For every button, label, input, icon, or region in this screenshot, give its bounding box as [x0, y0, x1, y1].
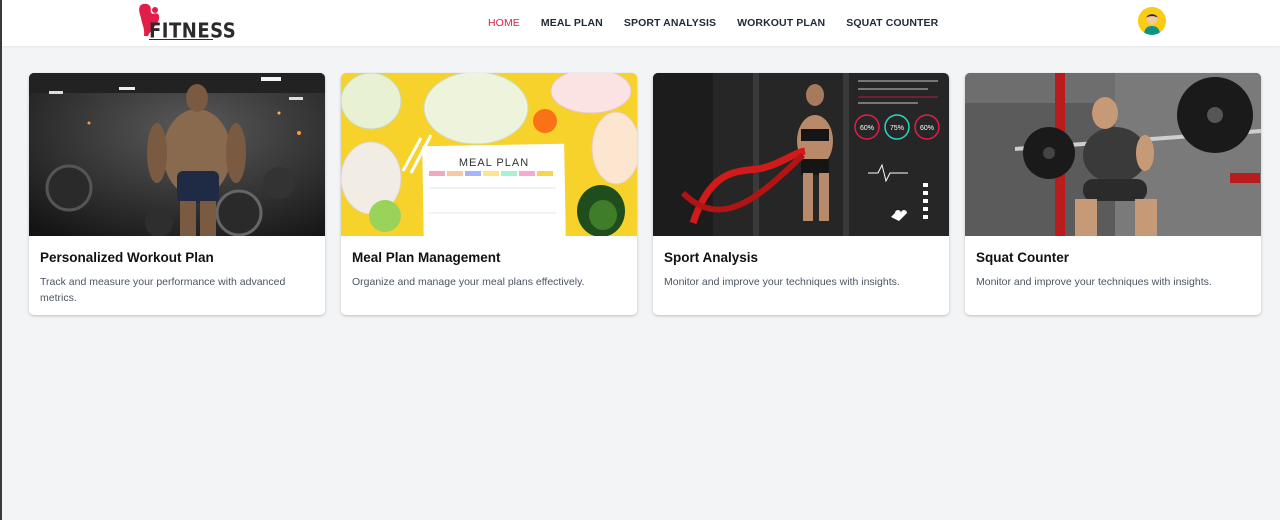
barbell-squat-photo [965, 73, 1261, 236]
nav-workout-plan[interactable]: WORKOUT PLAN [737, 17, 825, 29]
nav-squat-counter[interactable]: SQUAT COUNTER [846, 17, 938, 29]
page: FITNESS HOME MEAL PLAN SPORT ANALYSIS WO… [2, 0, 1280, 520]
card-title: Sport Analysis [664, 250, 759, 265]
card-title: Meal Plan Management [352, 250, 501, 265]
card-description: Organize and manage your meal plans effe… [352, 276, 585, 288]
hud-stat-1: 60% [860, 125, 874, 132]
feature-cards: Personalized Workout Plan Track and meas… [29, 73, 1261, 315]
brand-underline [149, 39, 213, 40]
card-personalized-workout-plan[interactable]: Personalized Workout Plan Track and meas… [29, 73, 325, 315]
nav-sport-analysis[interactable]: SPORT ANALYSIS [624, 17, 716, 29]
meal-plan-image-text: MEAL PLAN [459, 157, 529, 169]
card-title: Personalized Workout Plan [40, 250, 214, 265]
nav-home[interactable]: HOME [488, 17, 520, 29]
hud-stat-2: 75% [890, 125, 904, 132]
card-description: Monitor and improve your techniques with… [664, 276, 900, 288]
hud-stat-3: 60% [920, 125, 934, 132]
battle-ropes-hud-photo: 60% 75% 60% [653, 73, 949, 236]
user-avatar-icon [1138, 7, 1166, 35]
brand-logo[interactable]: FITNESS [136, 2, 236, 43]
card-sport-analysis[interactable]: 60% 75% 60% Sport Analysis Monitor and i… [653, 73, 949, 315]
card-title: Squat Counter [976, 250, 1069, 265]
card-description: Track and measure your performance with … [40, 276, 286, 304]
card-squat-counter[interactable]: Squat Counter Monitor and improve your t… [965, 73, 1261, 315]
card-meal-plan-management[interactable]: MEAL PLAN Meal Plan Management Organize … [341, 73, 637, 315]
card-description: Monitor and improve your techniques with… [976, 276, 1212, 288]
nav-meal-plan[interactable]: MEAL PLAN [541, 17, 603, 29]
main-nav: HOME MEAL PLAN SPORT ANALYSIS WORKOUT PL… [488, 0, 959, 46]
meal-prep-photo: MEAL PLAN [341, 73, 637, 236]
top-navbar: FITNESS HOME MEAL PLAN SPORT ANALYSIS WO… [2, 0, 1280, 46]
bodybuilder-gym-photo [29, 73, 325, 236]
user-avatar[interactable] [1138, 7, 1166, 35]
